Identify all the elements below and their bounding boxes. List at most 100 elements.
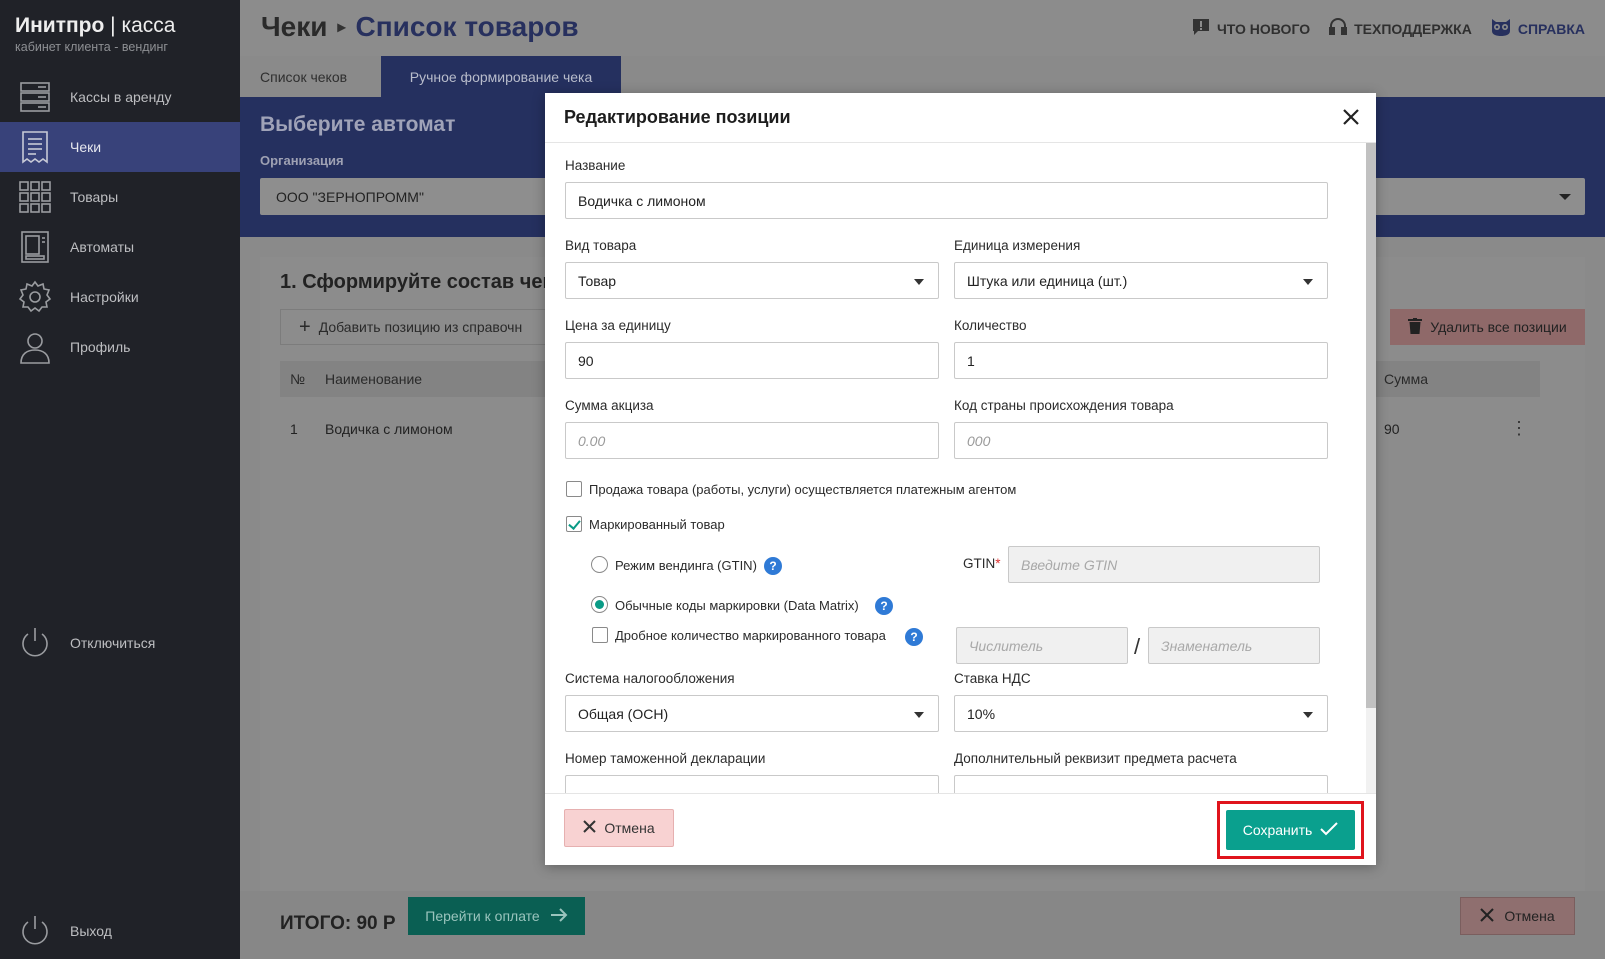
kind-select[interactable]: Товар [565,262,939,299]
vat-select[interactable]: 10% [954,695,1328,732]
vending-mode-radio[interactable] [591,556,608,573]
cancel-button[interactable]: Отмена [564,809,674,847]
qty-value: 1 [967,352,975,369]
agent-label: Продажа товара (работы, услуги) осуществ… [589,482,1017,497]
country-placeholder: 000 [967,432,991,449]
col-name: Наименование [325,371,423,387]
sidebar: Инитпро | касса кабинет клиента - вендин… [0,0,240,959]
step-title: 1. Сформируйте состав чек [280,271,553,293]
support-link[interactable]: ТЕХПОДДЕРЖКА [1328,17,1472,40]
tab-receipt-list[interactable]: Список чеков [260,56,347,97]
sidebar-item-settings[interactable]: Настройки [0,272,240,322]
excise-field[interactable]: 0.00 [565,422,939,459]
gtin-field[interactable]: Введите GTIN [1008,546,1320,583]
close-icon [583,820,597,836]
delete-all-button[interactable]: Удалить все позиции [1390,309,1585,345]
dialog-body: Название Водичка с лимоном Вид товара То… [545,143,1376,793]
sidebar-item-label: Профиль [70,339,131,355]
marked-checkbox[interactable] [566,516,582,532]
col-sum: Сумма [1384,371,1428,387]
disconnect-button[interactable]: Отключиться [0,618,240,668]
message-alert-icon [1191,17,1211,40]
brand: Инитпро | касса кабинет клиента - вендин… [15,14,175,54]
machine-select-title: Выберите автомат [260,113,456,136]
customs-label: Номер таможенной декларации [565,751,766,766]
tax-select[interactable]: Общая (ОСН) [565,695,939,732]
cancel-label: Отмена [604,820,655,836]
edit-position-dialog: Редактирование позиции Название Водичка … [545,93,1376,865]
customs-field[interactable] [565,775,939,793]
kebab-menu-icon[interactable]: ⋮ [1510,419,1528,437]
caret-down-icon [914,279,924,285]
organization-label: Организация [260,153,344,168]
app-root: Инитпро | касса кабинет клиента - вендин… [0,0,1605,959]
datamatrix-mode-label: Обычные коды маркировки (Data Matrix) [615,598,859,613]
help-icon[interactable]: ? [764,557,782,575]
brand-title: Инитпро | касса [15,14,176,37]
vending-machine-icon [16,228,54,266]
server-icon [16,78,54,116]
chevron-right-icon: ▸ [337,19,346,36]
qty-field[interactable]: 1 [954,342,1328,379]
help-icon[interactable]: ? [905,628,923,646]
save-label: Сохранить [1242,822,1313,838]
close-icon[interactable] [1340,106,1362,128]
save-button[interactable]: Сохранить [1226,810,1355,850]
sidebar-item-goods[interactable]: Товары [0,172,240,222]
total-amount: ИТОГО: 90 Р [280,913,396,934]
sidebar-item-label: Товары [70,189,119,205]
sidebar-item-label: Автоматы [70,239,135,255]
agent-checkbox[interactable] [566,481,582,497]
numerator-field[interactable]: Числитель [956,627,1128,664]
sidebar-item-profile[interactable]: Профиль [0,322,240,372]
owl-icon [1490,17,1512,40]
name-value: Водичка с лимоном [578,192,706,209]
scrollbar-thumb[interactable] [1366,143,1376,708]
cancel-receipt-button[interactable]: Отмена [1460,897,1575,935]
breadcrumb: Чеки ▸ Список товаров [261,11,579,43]
arrow-right-icon [550,907,568,925]
tab-manual-receipt[interactable]: Ручное формирование чека [381,56,621,97]
unit-select[interactable]: Штука или единица (шт.) [954,262,1328,299]
marked-label: Маркированный товар [589,517,725,532]
go-to-payment-button[interactable]: Перейти к оплате [408,897,585,935]
sidebar-item-cash-rent[interactable]: Кассы в аренду [0,72,240,122]
extra-label: Дополнительный реквизит предмета расчета [954,751,1237,766]
name-label: Название [565,158,626,173]
qty-label: Количество [954,318,1027,333]
price-field[interactable]: 90 [565,342,939,379]
fraction-slash: / [1134,634,1141,659]
country-field[interactable]: 000 [954,422,1328,459]
logout-button[interactable]: Выход [0,906,240,956]
add-position-button[interactable]: + Добавить позицию из справочн [280,309,580,345]
numerator-placeholder: Числитель [969,637,1044,654]
caret-down-icon [914,712,924,718]
sidebar-item-machines[interactable]: Автоматы [0,222,240,272]
gear-icon [16,278,54,316]
logout-label: Выход [70,923,112,939]
fractional-label: Дробное количество маркированного товара [615,628,886,643]
brand-subtitle: кабинет клиента - вендинг [15,40,168,54]
whats-new-link[interactable]: ЧТО НОВОГО [1191,17,1310,40]
breadcrumb-receipts[interactable]: Чеки [261,11,327,43]
kind-label: Вид товара [565,238,637,253]
row-sum: 90 [1384,421,1400,437]
sidebar-item-receipts[interactable]: Чеки [0,122,240,172]
caret-down-icon [1303,712,1313,718]
extra-field[interactable] [954,775,1328,793]
headset-icon [1328,17,1348,40]
excise-placeholder: 0.00 [578,432,606,449]
denominator-field[interactable]: Знаменатель [1148,627,1320,664]
fractional-checkbox[interactable] [592,627,608,643]
plus-icon: + [299,316,311,338]
denominator-placeholder: Знаменатель [1161,637,1253,654]
help-icon[interactable]: ? [875,597,893,615]
page-title: Список товаров [355,11,579,42]
topbar: Чеки ▸ Список товаров ЧТО НОВОГО ТЕХПОДД… [240,0,1605,56]
vat-value: 10% [967,705,996,722]
help-link[interactable]: СПРАВКА [1490,17,1585,40]
datamatrix-mode-radio[interactable] [591,596,608,613]
tax-value: Общая (ОСН) [578,705,669,722]
name-field[interactable]: Водичка с лимоном [565,182,1328,219]
scrollbar[interactable] [1366,143,1376,793]
